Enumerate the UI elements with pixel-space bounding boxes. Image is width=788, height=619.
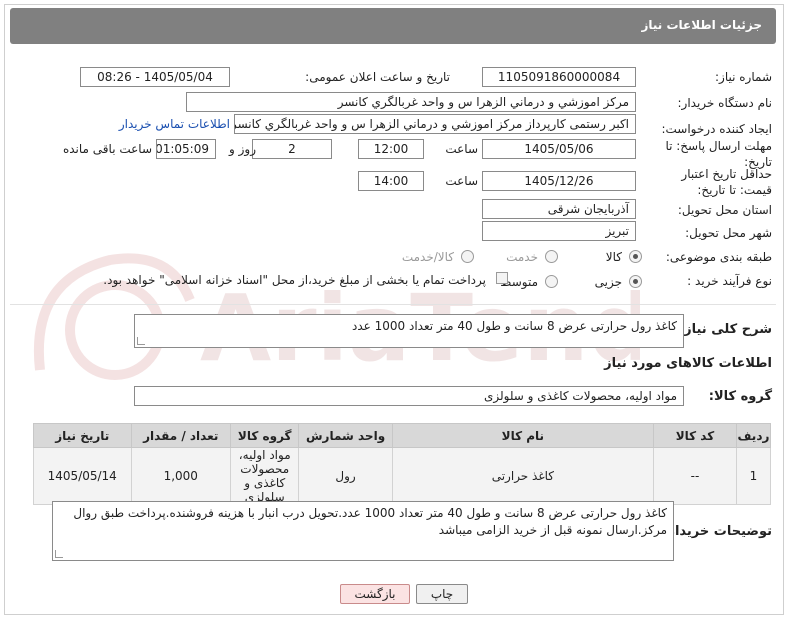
summary-label: شرح کلی نیاز: [678, 322, 772, 337]
price-time-field: 14:00 [358, 171, 424, 191]
category-radio-goods[interactable] [629, 250, 642, 263]
process-option-minor: جزیی [594, 275, 622, 289]
process-radio-minor[interactable] [629, 275, 642, 288]
remaining-label: ساعت باقی مانده [62, 142, 152, 156]
need-number-field: 1105091860000084 [482, 67, 636, 87]
buyer-notes-line2: مرکز.ارسال نمونه قبل از خرید الزامی میبا… [438, 523, 667, 537]
price-date-field: 1405/12/26 [482, 171, 636, 191]
section-divider [10, 304, 776, 305]
price-time-label: ساعت [445, 174, 478, 188]
col-header-index: ردیف [735, 423, 772, 448]
cell-code: -- [652, 447, 737, 505]
table-row: 1 -- کاغذ حرارتی رول مواد اولیه، محصولات… [33, 447, 772, 505]
col-header-unit: واحد شمارش [298, 423, 393, 448]
table-header-row: ردیف کد کالا نام کالا واحد شمارش گروه کا… [33, 423, 772, 448]
col-header-name: نام کالا [391, 423, 654, 448]
buyer-notes-line1: کاغذ رول حرارتی عرض 8 سانت و طول 40 متر … [73, 506, 667, 520]
print-button[interactable]: چاپ [416, 584, 468, 604]
cell-name: کاغذ حرارتی [391, 447, 654, 505]
province-label: استان محل تحویل: [677, 203, 772, 217]
announce-label: تاریخ و ساعت اعلان عمومی: [305, 70, 450, 84]
back-button[interactable]: بازگشت [340, 584, 410, 604]
reply-date-field: 1405/05/06 [482, 139, 636, 159]
cell-group-line2: محصولات کاغذی و [240, 462, 290, 490]
cell-group-line1: مواد اولیه، [238, 448, 291, 462]
reply-time-label: ساعت [445, 142, 478, 156]
city-field: تبریز [482, 221, 636, 241]
treasury-payment-checkbox[interactable] [496, 272, 508, 284]
summary-text: کاغذ رول حرارتی عرض 8 سانت و طول 40 متر … [352, 319, 677, 333]
announce-field: 1405/05/04 - 08:26 [80, 67, 230, 87]
buyer-contact-link[interactable]: اطلاعات تماس خریدار [119, 117, 230, 131]
requester-label: ایجاد کننده درخواست: [661, 122, 772, 136]
process-radio-medium[interactable] [545, 275, 558, 288]
resize-handle-icon[interactable] [55, 550, 63, 558]
col-header-qty: تعداد / مقدار [130, 423, 232, 448]
summary-textarea: کاغذ رول حرارتی عرض 8 سانت و طول 40 متر … [134, 314, 684, 348]
header-bar: جزئیات اطلاعات نیاز [10, 8, 776, 44]
reply-time-field: 12:00 [358, 139, 424, 159]
category-option-goods: کالا [605, 250, 622, 264]
category-option-service: خدمت [506, 250, 538, 264]
resize-handle-icon[interactable] [137, 337, 145, 345]
days-count-field: 2 [252, 139, 332, 159]
city-label: شهر محل تحویل: [685, 226, 772, 240]
category-option-goods-service: کالا/خدمت [401, 250, 454, 264]
category-label: طبقه بندی موضوعی: [665, 250, 772, 264]
requester-field: اکبر رستمی کارپرداز مرکز اموزشي و درماني… [234, 114, 636, 134]
goods-group-label: گروه کالا: [708, 389, 772, 404]
process-label: نوع فرآیند خرید : [687, 274, 772, 288]
price-validity-label: حداقل تاریخ اعتبار قیمت: تا تاریخ: [681, 167, 772, 197]
col-header-group: گروه کالا [230, 423, 300, 448]
cell-date: 1405/05/14 [33, 447, 132, 505]
province-field: آذربایجان شرقی [482, 199, 636, 219]
cell-qty: 1,000 [130, 447, 232, 505]
need-number-label: شماره نیاز: [715, 70, 772, 84]
cell-unit: رول [298, 447, 393, 505]
col-header-date: تاریخ نیاز [33, 423, 132, 448]
buyer-org-label: نام دستگاه خریدار: [677, 96, 773, 110]
goods-group-field: مواد اولیه، محصولات کاغذی و سلولزی [134, 386, 684, 406]
category-radio-goods-service[interactable] [461, 250, 474, 263]
cell-group: مواد اولیه، محصولات کاغذی و سلولزی [230, 447, 300, 505]
page-title: جزئیات اطلاعات نیاز [641, 18, 762, 32]
cell-index: 1 [735, 447, 772, 505]
buyer-org-field: مرکز اموزشي و درماني الزهرا س و واحد غرب… [186, 92, 636, 112]
items-table: ردیف کد کالا نام کالا واحد شمارش گروه کا… [33, 423, 772, 505]
remaining-time-field: 01:05:09 [156, 139, 216, 159]
category-radio-service[interactable] [545, 250, 558, 263]
treasury-payment-note: پرداخت تمام یا بخشی از مبلغ خرید،از محل … [103, 273, 486, 287]
buyer-notes-textarea: کاغذ رول حرارتی عرض 8 سانت و طول 40 متر … [52, 501, 674, 561]
col-header-code: کد کالا [652, 423, 737, 448]
days-label: روز و [229, 142, 256, 156]
buyer-notes-label: توضیحات خریدار: [662, 524, 772, 539]
goods-section-title: اطلاعات کالاهای مورد نیاز [604, 356, 772, 371]
